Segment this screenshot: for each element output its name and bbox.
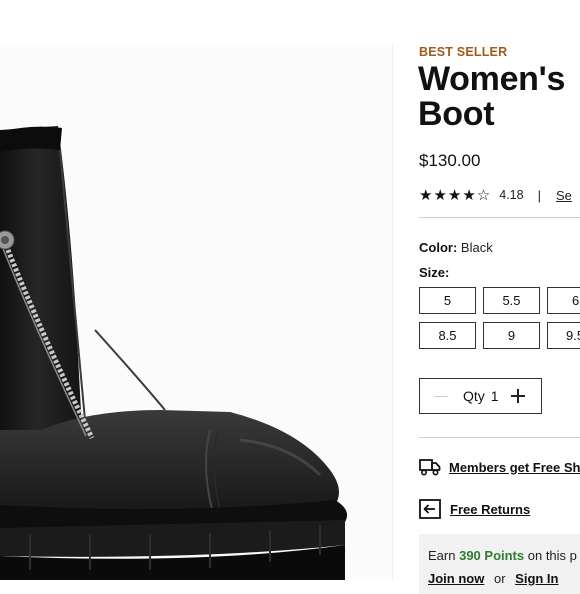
or-text: or (493, 571, 506, 586)
boot-illustration (0, 126, 348, 580)
quantity-label: Qty (463, 388, 485, 404)
join-now-link[interactable]: Join now (428, 571, 484, 586)
plus-icon[interactable] (510, 389, 525, 403)
rewards-points-box: Earn 390 Points on this p Join now or Si… (419, 534, 580, 594)
size-label: Size: (419, 265, 450, 280)
shipping-perk-link[interactable]: Members get Free Sh (449, 460, 580, 475)
points-value: 390 Points (459, 548, 525, 563)
reviews-link[interactable]: Se (556, 188, 572, 203)
rating-row: ★★★★☆ 4.18 | Se (419, 186, 572, 204)
rating-value: 4.18 (499, 188, 524, 202)
earn-prefix: Earn (428, 548, 456, 563)
color-value: Black (460, 240, 493, 255)
color-label: Color: (419, 240, 458, 255)
free-returns-link[interactable]: Free Returns (450, 502, 530, 517)
points-actions: Join now or Sign In (428, 571, 559, 586)
size-option-5-5[interactable]: 5.5 (483, 287, 540, 314)
minus-icon[interactable] (434, 395, 448, 397)
quantity-stepper: Qty 1 (419, 378, 542, 414)
size-option-8-5[interactable]: 8.5 (419, 322, 476, 349)
quantity-value: 1 (490, 388, 499, 404)
rating-separator: | (537, 187, 541, 203)
star-rating-icon: ★★★★☆ (419, 187, 492, 204)
sign-in-link[interactable]: Sign In (515, 571, 558, 586)
points-line: Earn 390 Points on this p (428, 548, 577, 563)
earn-suffix: on this p (527, 548, 577, 563)
divider (419, 437, 580, 438)
returns-perk[interactable]: Free Returns (419, 499, 530, 519)
shipping-perk[interactable]: Members get Free Sh (419, 458, 580, 476)
divider (419, 217, 580, 218)
product-image[interactable] (0, 44, 393, 580)
product-title: Women's Boot (418, 60, 566, 133)
return-box-icon (419, 499, 441, 519)
truck-icon (419, 459, 441, 476)
color-row: Color: Black (419, 240, 493, 255)
size-option-5[interactable]: 5 (419, 287, 476, 314)
best-seller-badge: BEST SELLER (419, 45, 508, 59)
size-option-9-5[interactable]: 9.5 (547, 322, 580, 349)
product-price: $130.00 (419, 151, 481, 170)
size-option-9[interactable]: 9 (483, 322, 540, 349)
size-option-6[interactable]: 6 (547, 287, 580, 314)
